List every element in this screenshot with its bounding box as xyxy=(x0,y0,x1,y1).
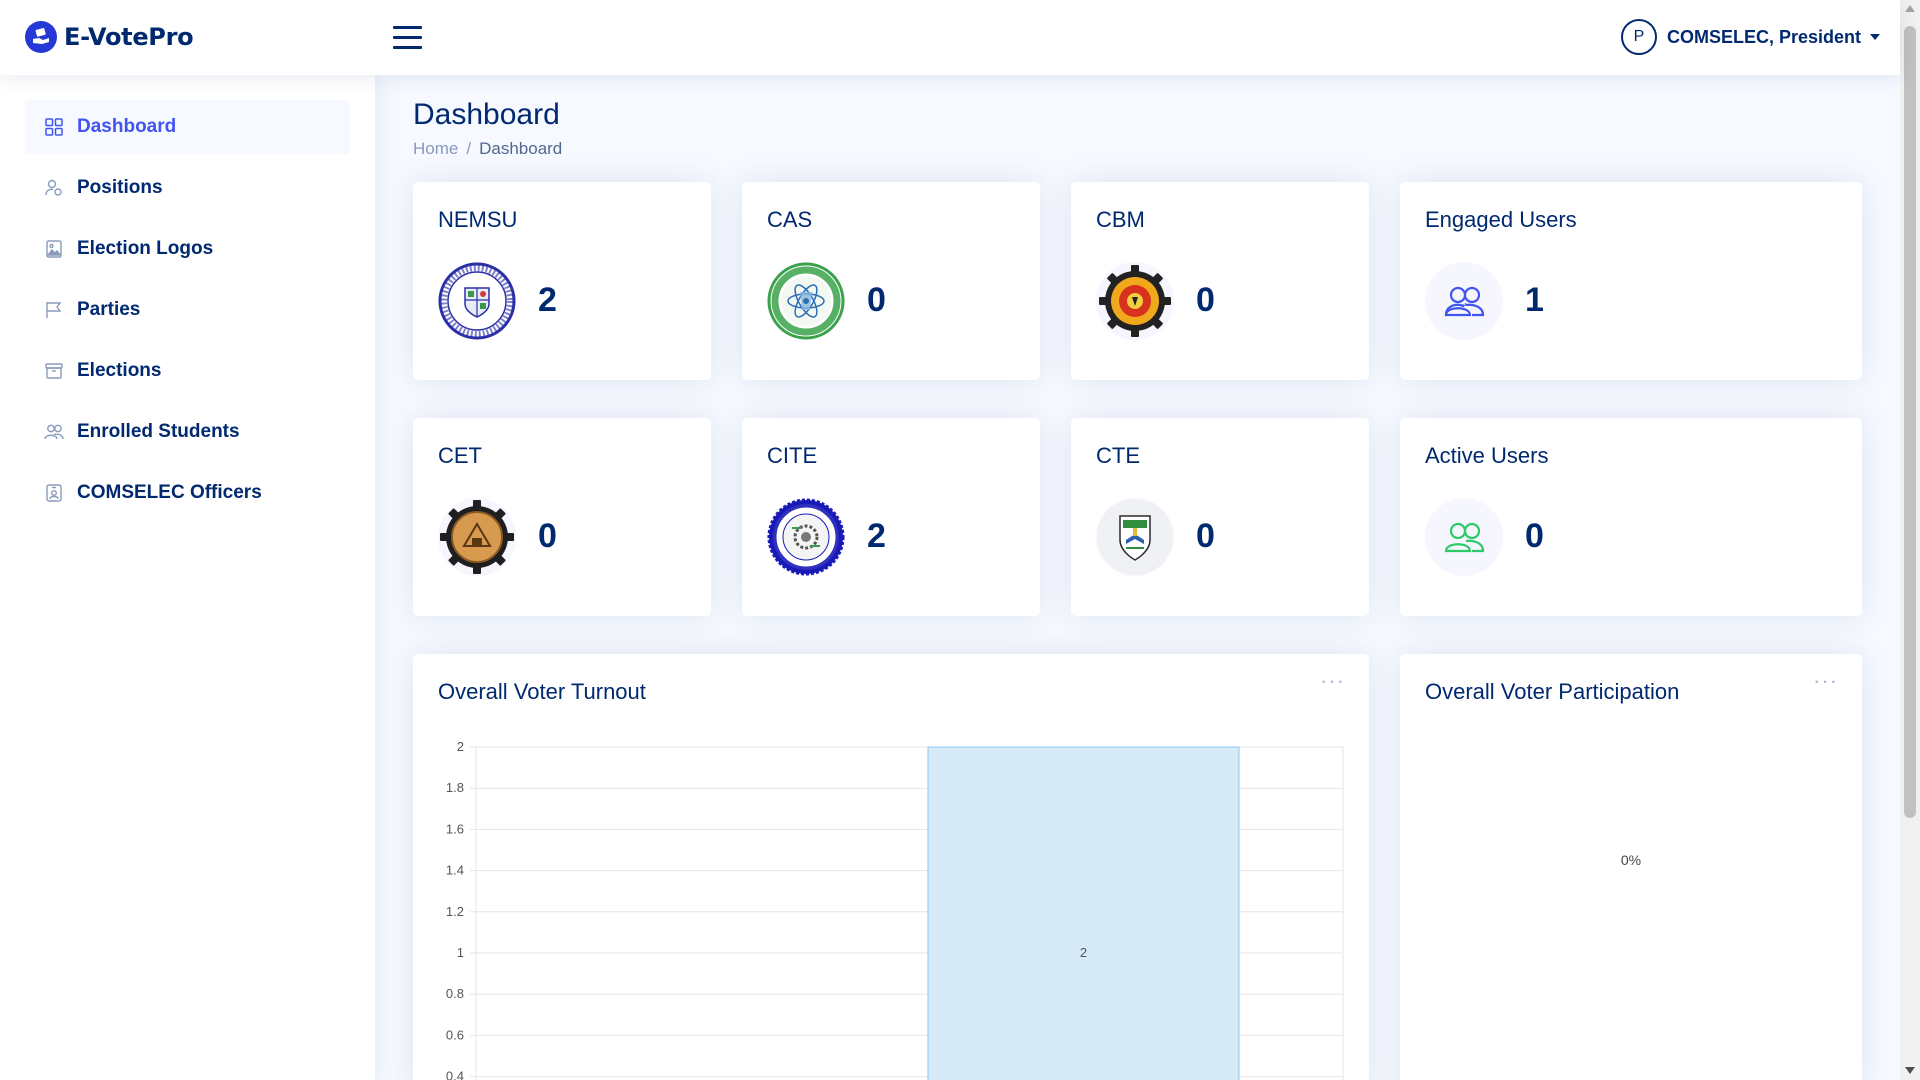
card-title: CTE xyxy=(1096,443,1140,468)
card-title: Engaged Users xyxy=(1425,207,1577,232)
people-icon xyxy=(1425,262,1503,340)
sidebar-item-label: COMSELEC Officers xyxy=(77,482,262,503)
sidebar-item-elections[interactable]: Elections xyxy=(25,344,350,398)
stat-card-nemsu: NEMSU 2 xyxy=(413,182,711,380)
profile-name: COMSELEC, President xyxy=(1666,26,1861,47)
stat-card-active-users: Active Users 0 xyxy=(1400,418,1862,616)
y-tick-label: 1.2 xyxy=(446,904,464,919)
cas-seal-icon xyxy=(767,262,845,340)
scroll-down-arrow-icon[interactable] xyxy=(1905,1067,1915,1074)
sidebar-item-election-logos[interactable]: Election Logos xyxy=(25,222,350,276)
ballot-hand-icon xyxy=(25,21,57,53)
cet-seal-icon xyxy=(438,498,516,576)
stat-card-cbm: CBM 0 xyxy=(1071,182,1369,380)
y-tick-label: 1.8 xyxy=(446,780,464,795)
archive-icon xyxy=(44,361,64,381)
stat-card-cte: CTE 0 xyxy=(1071,418,1369,616)
people-icon xyxy=(44,422,64,442)
sidebar-item-positions[interactable]: Positions xyxy=(25,161,350,215)
stat-card-cet: CET 0 xyxy=(413,418,711,616)
scroll-thumb[interactable] xyxy=(1904,26,1916,818)
sidebar-item-label: Dashboard xyxy=(77,116,177,137)
nemsu-seal-icon xyxy=(438,262,516,340)
card-title: CET xyxy=(438,443,482,468)
y-tick-label: 1.4 xyxy=(446,863,464,878)
bar-data-label: 2 xyxy=(1080,945,1087,960)
cbm-seal-icon xyxy=(1096,262,1174,340)
sidebar-item-parties[interactable]: Parties xyxy=(25,283,350,337)
card-title: Active Users xyxy=(1425,443,1549,468)
cte-seal-icon xyxy=(1096,498,1174,576)
card-value: 2 xyxy=(538,281,557,319)
card-value: 2 xyxy=(867,517,886,555)
card-value: 0 xyxy=(538,517,557,555)
card-title: CITE xyxy=(767,443,818,468)
card-title: CBM xyxy=(1096,207,1145,232)
sidebar-item-label: Enrolled Students xyxy=(77,421,240,442)
y-tick-label: 2 xyxy=(457,739,464,754)
sidebar-item-label: Election Logos xyxy=(77,238,214,259)
card-value: 0 xyxy=(1196,281,1215,319)
card-value: 1 xyxy=(1525,281,1544,319)
y-tick-label: 0.8 xyxy=(446,986,464,1001)
more-options-icon[interactable]: ··· xyxy=(1813,670,1838,692)
bar xyxy=(927,746,1240,1080)
app-logo[interactable]: E-VotePro xyxy=(25,21,194,53)
sidebar-item-label: Parties xyxy=(77,299,141,320)
app-name: E-VotePro xyxy=(64,23,194,51)
flag-icon xyxy=(44,300,64,320)
caret-down-icon xyxy=(1870,34,1880,40)
sidebar-item-enrolled-students[interactable]: Enrolled Students xyxy=(25,405,350,459)
grid-icon xyxy=(44,117,64,137)
cite-seal-icon xyxy=(767,498,845,576)
breadcrumb-home-link[interactable]: Home xyxy=(413,139,458,158)
profile-dropdown[interactable]: P COMSELEC, President xyxy=(1620,19,1880,55)
voter-turnout-card: Overall Voter Turnout ··· 2 1.8 1.6 1.4 1.2 1… xyxy=(413,654,1369,1080)
card-value: 0 xyxy=(867,281,886,319)
breadcrumb: Home / Dashboard xyxy=(413,139,563,158)
page-scrollbar[interactable] xyxy=(1900,0,1920,1080)
y-tick-label: 0.4 xyxy=(446,1069,464,1080)
participation-percent-label: 0% xyxy=(1620,852,1642,868)
sidebar-item-comselec-officers[interactable]: COMSELEC Officers xyxy=(25,466,350,520)
scroll-up-arrow-icon[interactable] xyxy=(1905,5,1915,12)
sidebar-item-label: Positions xyxy=(77,177,163,198)
card-title: CAS xyxy=(767,207,813,232)
menu-toggle-icon[interactable] xyxy=(393,26,422,49)
turnout-bar-chart: 2 1.8 1.6 1.4 1.2 1 0.8 0.6 0.4 2 xyxy=(446,739,1344,1080)
sidebar-item-dashboard[interactable]: Dashboard xyxy=(25,100,350,154)
stat-card-engaged-users: Engaged Users 1 xyxy=(1400,182,1862,380)
page-title: Dashboard xyxy=(413,98,560,131)
card-value: 0 xyxy=(1525,517,1544,555)
avatar: P xyxy=(1620,19,1657,55)
card-value: 0 xyxy=(1196,517,1215,555)
sidebar: Dashboard Positions Election Logos Parti… xyxy=(0,75,375,1080)
person-gear-icon xyxy=(44,178,64,198)
y-tick-label: 0.6 xyxy=(446,1027,464,1042)
y-tick-label: 1 xyxy=(457,945,464,960)
top-header: E-VotePro P COMSELEC, President xyxy=(0,0,1900,75)
stat-card-cite: CITE 2 xyxy=(742,418,1040,616)
person-badge-icon xyxy=(44,483,64,503)
sidebar-item-label: Elections xyxy=(77,360,162,381)
voter-participation-card: Overall Voter Participation ··· 0% xyxy=(1400,654,1862,1080)
breadcrumb-current: Dashboard xyxy=(479,139,563,158)
people-icon xyxy=(1425,498,1503,576)
image-icon xyxy=(44,239,64,259)
chart-title: Overall Voter Participation xyxy=(1425,679,1680,704)
stat-card-cas: CAS 0 xyxy=(742,182,1040,380)
card-title: NEMSU xyxy=(438,207,518,232)
y-tick-label: 1.6 xyxy=(446,821,464,836)
